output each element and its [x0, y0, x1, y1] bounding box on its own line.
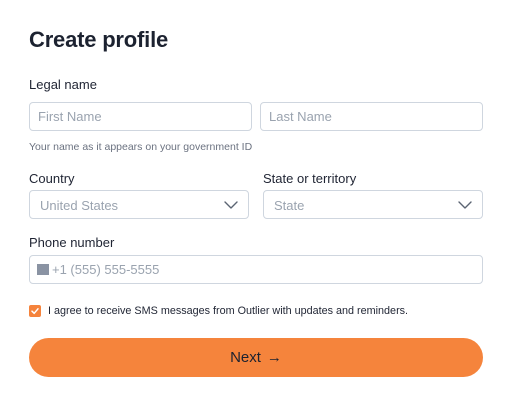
phone-number-label: Phone number	[29, 235, 115, 250]
chevron-down-icon	[224, 201, 238, 209]
sms-consent-checkbox[interactable]	[29, 305, 41, 317]
last-name-input[interactable]	[260, 102, 483, 131]
checkmark-icon	[31, 308, 39, 315]
page-title: Create profile	[29, 27, 169, 52]
next-button-label: Next	[230, 349, 261, 366]
phone-number-field[interactable]	[29, 255, 483, 284]
arrow-right-icon: →	[266, 349, 282, 366]
first-name-input[interactable]	[29, 102, 252, 131]
state-label: State or territory	[263, 171, 357, 186]
sms-consent-label: I agree to receive SMS messages from Out…	[48, 305, 409, 317]
chevron-down-icon	[458, 201, 472, 209]
create-profile-form: Create profile Legal name Your name as i…	[0, 0, 512, 406]
sms-consent: I agree to receive SMS messages from Out…	[29, 304, 408, 318]
flag-icon[interactable]	[37, 264, 49, 275]
next-button[interactable]: Next →	[29, 338, 483, 377]
legal-name-helper-text: Your name as it appears on your governme…	[29, 141, 253, 153]
country-label: Country	[29, 171, 75, 186]
phone-number-input[interactable]	[52, 256, 472, 283]
country-select-value: United States	[40, 198, 119, 213]
state-select[interactable]: State	[263, 190, 483, 219]
legal-name-label: Legal name	[29, 77, 97, 92]
country-select[interactable]: United States	[29, 190, 249, 219]
state-select-value: State	[274, 198, 305, 213]
